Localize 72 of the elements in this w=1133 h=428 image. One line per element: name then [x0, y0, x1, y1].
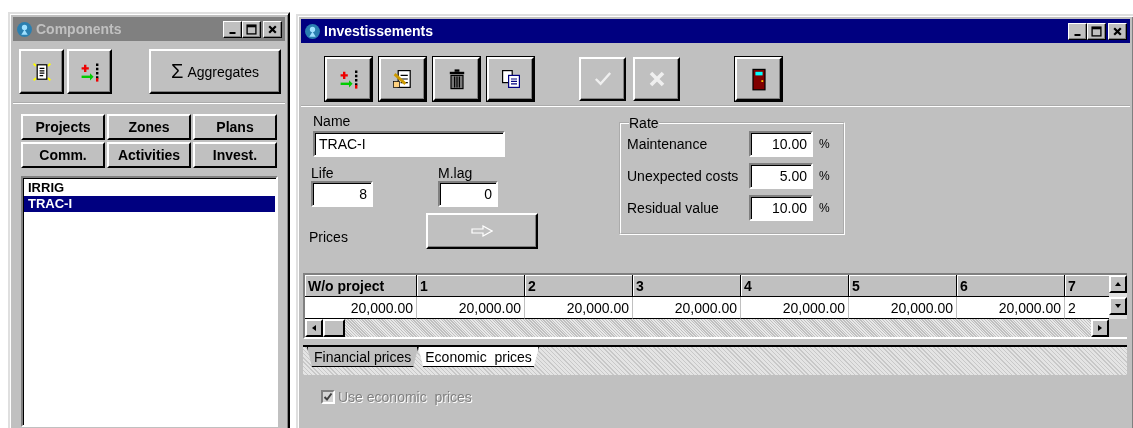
toolbar-button[interactable]: [735, 57, 782, 101]
scroll-up-button[interactable]: [1109, 275, 1127, 293]
unit-label: %: [819, 137, 830, 151]
column-header: 2: [525, 275, 633, 297]
minimize-button[interactable]: [1068, 22, 1087, 40]
maximize-button[interactable]: [1087, 22, 1106, 40]
prices-label: Prices: [309, 229, 348, 247]
table-cell: 20,000.00: [305, 297, 417, 319]
table-cell: 20,000.00: [525, 297, 633, 319]
life-label: Life: [311, 165, 335, 181]
group-title: Rate: [629, 115, 659, 131]
close-button[interactable]: [1108, 22, 1127, 40]
checkbox-label: Use economic prices: [338, 389, 472, 405]
toolbar-button[interactable]: [19, 49, 64, 94]
rate-label: Unexpected costs: [627, 168, 740, 184]
lag-field[interactable]: 0: [438, 181, 498, 207]
name-field[interactable]: TRAC-I: [313, 131, 505, 157]
toolbar-button[interactable]: [433, 57, 480, 101]
maximize-icon: [1091, 25, 1102, 37]
category-button[interactable]: Plans: [193, 114, 277, 140]
scroll-left-button[interactable]: [305, 319, 323, 337]
aggregates-button[interactable]: Σ Aggregates: [149, 49, 281, 94]
category-button[interactable]: Activities: [107, 142, 191, 168]
window-title: Components: [36, 21, 122, 37]
toolbar-button[interactable]: [379, 57, 426, 101]
rate-label: Maintenance: [627, 136, 709, 152]
close-icon: [1112, 25, 1123, 37]
list-item[interactable]: TRAC-I: [24, 196, 275, 212]
life-field[interactable]: 8: [311, 181, 373, 207]
tab[interactable]: Economic prices: [418, 347, 539, 367]
category-button[interactable]: Projects: [21, 114, 105, 140]
column-header: 5: [849, 275, 957, 297]
scroll-thumb[interactable]: [323, 319, 345, 337]
table-cell: 20,000.00: [633, 297, 741, 319]
globe-icon: [304, 22, 321, 40]
arrow-icon: [470, 225, 493, 237]
category-button[interactable]: Comm.: [21, 142, 105, 168]
category-button[interactable]: Invest.: [193, 142, 277, 168]
rate-field[interactable]: 5.00: [749, 163, 813, 189]
column-header: 1: [417, 275, 525, 297]
scroll-right-button[interactable]: [1091, 319, 1109, 337]
category-button[interactable]: Zones: [107, 114, 191, 140]
scroll-down-button[interactable]: [1109, 297, 1127, 315]
lag-label: M.lag: [438, 165, 474, 181]
column-header: 7: [1065, 275, 1109, 297]
toolbar-button[interactable]: [67, 49, 112, 94]
column-header: 4: [741, 275, 849, 297]
rate-field[interactable]: 10.00: [749, 131, 813, 157]
name-label: Name: [313, 113, 352, 129]
minimize-icon: [1074, 34, 1081, 36]
unit-label: %: [819, 169, 830, 183]
table-cell: 20,000.00: [849, 297, 957, 319]
maximize-icon: [246, 23, 257, 35]
check-icon: [323, 392, 333, 402]
list-item[interactable]: IRRIG: [24, 180, 275, 196]
close-icon: [267, 23, 278, 35]
toolbar-button[interactable]: [325, 57, 372, 101]
table-cell: 20,000.00: [417, 297, 525, 319]
table-cell: 20,000.00: [957, 297, 1065, 319]
toolbar-button[interactable]: [487, 57, 534, 101]
column-header: W/o project: [305, 275, 417, 297]
table-cell: 20,000.00: [741, 297, 849, 319]
minimize-icon: [229, 32, 236, 34]
column-header: 3: [633, 275, 741, 297]
window-title: Investissements: [324, 23, 433, 39]
globe-icon: [16, 20, 33, 38]
column-header: 6: [957, 275, 1065, 297]
tab[interactable]: Financial prices: [307, 347, 419, 367]
table-cell: 2: [1065, 297, 1109, 319]
rate-field[interactable]: 10.00: [749, 195, 813, 221]
unit-label: %: [819, 201, 830, 215]
rate-label: Residual value: [627, 200, 720, 216]
